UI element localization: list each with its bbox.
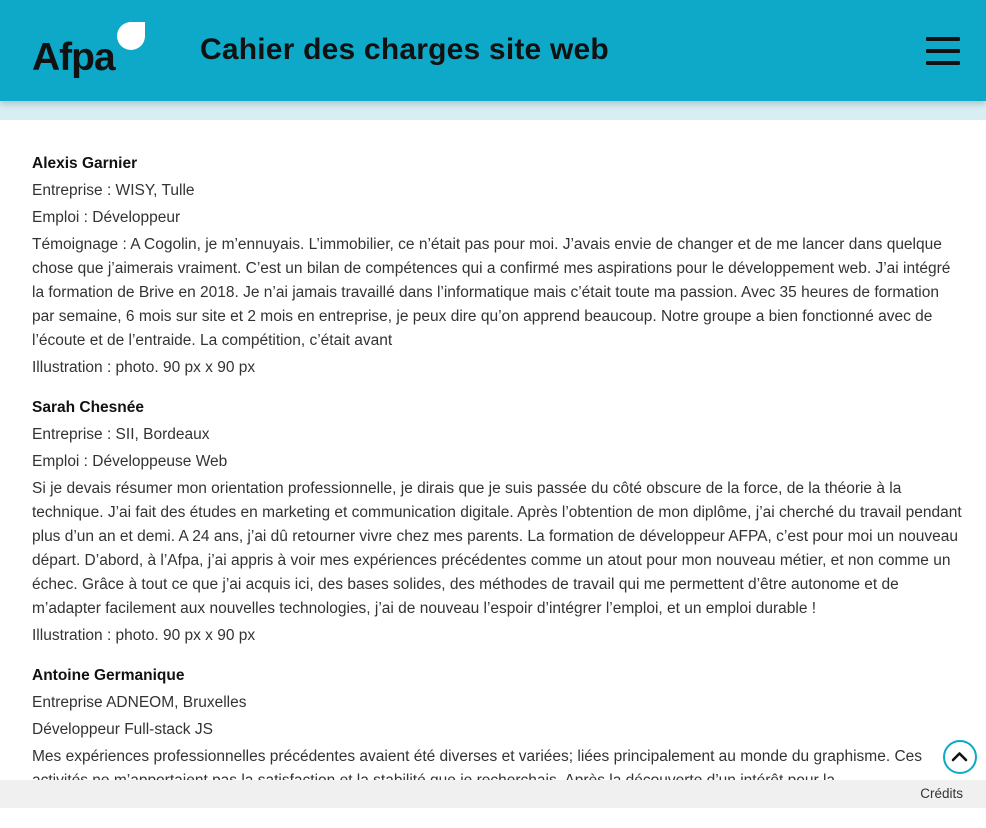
logo-text: Afpa	[32, 36, 116, 79]
footer-bar: Crédits	[0, 780, 986, 808]
header-strip	[0, 101, 986, 120]
page-title: Cahier des charges site web	[200, 33, 609, 66]
testimonial-text: Témoignage : A Cogolin, je m’ennuyais. L…	[32, 236, 951, 349]
logo-drop-icon	[117, 22, 145, 50]
testimonial-company: Entreprise ADNEOM, Bruxelles	[32, 694, 247, 711]
scroll-to-top-button[interactable]	[943, 740, 977, 774]
hamburger-menu-icon[interactable]	[926, 37, 960, 65]
credits-link[interactable]: Crédits	[920, 786, 963, 801]
testimonial-company: Entreprise : WISY, Tulle	[32, 182, 195, 199]
testimonial-name: Alexis Garnier	[32, 155, 138, 172]
testimonial-name: Sarah Chesnée	[32, 399, 144, 416]
afpa-logo[interactable]: Afpa	[32, 22, 148, 82]
chevron-up-icon	[951, 752, 968, 762]
testimonial-name: Antoine Germanique	[32, 667, 185, 684]
testimonial-company: Entreprise : SII, Bordeaux	[32, 426, 210, 443]
testimonial-entry: Alexis Garnier Entreprise : WISY, Tulle …	[32, 152, 962, 380]
testimonial-job: Développeur Full-stack JS	[32, 721, 213, 738]
testimonial-entry: Sarah Chesnée Entreprise : SII, Bordeaux…	[32, 396, 962, 648]
testimonial-illustration: Illustration : photo. 90 px x 90 px	[32, 359, 256, 376]
testimonial-entry: Antoine Germanique Entreprise ADNEOM, Br…	[32, 664, 962, 793]
testimonial-illustration: Illustration : photo. 90 px x 90 px	[32, 627, 256, 644]
testimonials-list: Alexis Garnier Entreprise : WISY, Tulle …	[32, 152, 962, 809]
testimonial-job: Emploi : Développeuse Web	[32, 453, 228, 470]
testimonial-job: Emploi : Développeur	[32, 209, 181, 226]
site-header: Afpa Cahier des charges site web	[0, 0, 986, 101]
page-bottom	[0, 808, 986, 828]
testimonial-text: Si je devais résumer mon orientation pro…	[32, 480, 962, 617]
